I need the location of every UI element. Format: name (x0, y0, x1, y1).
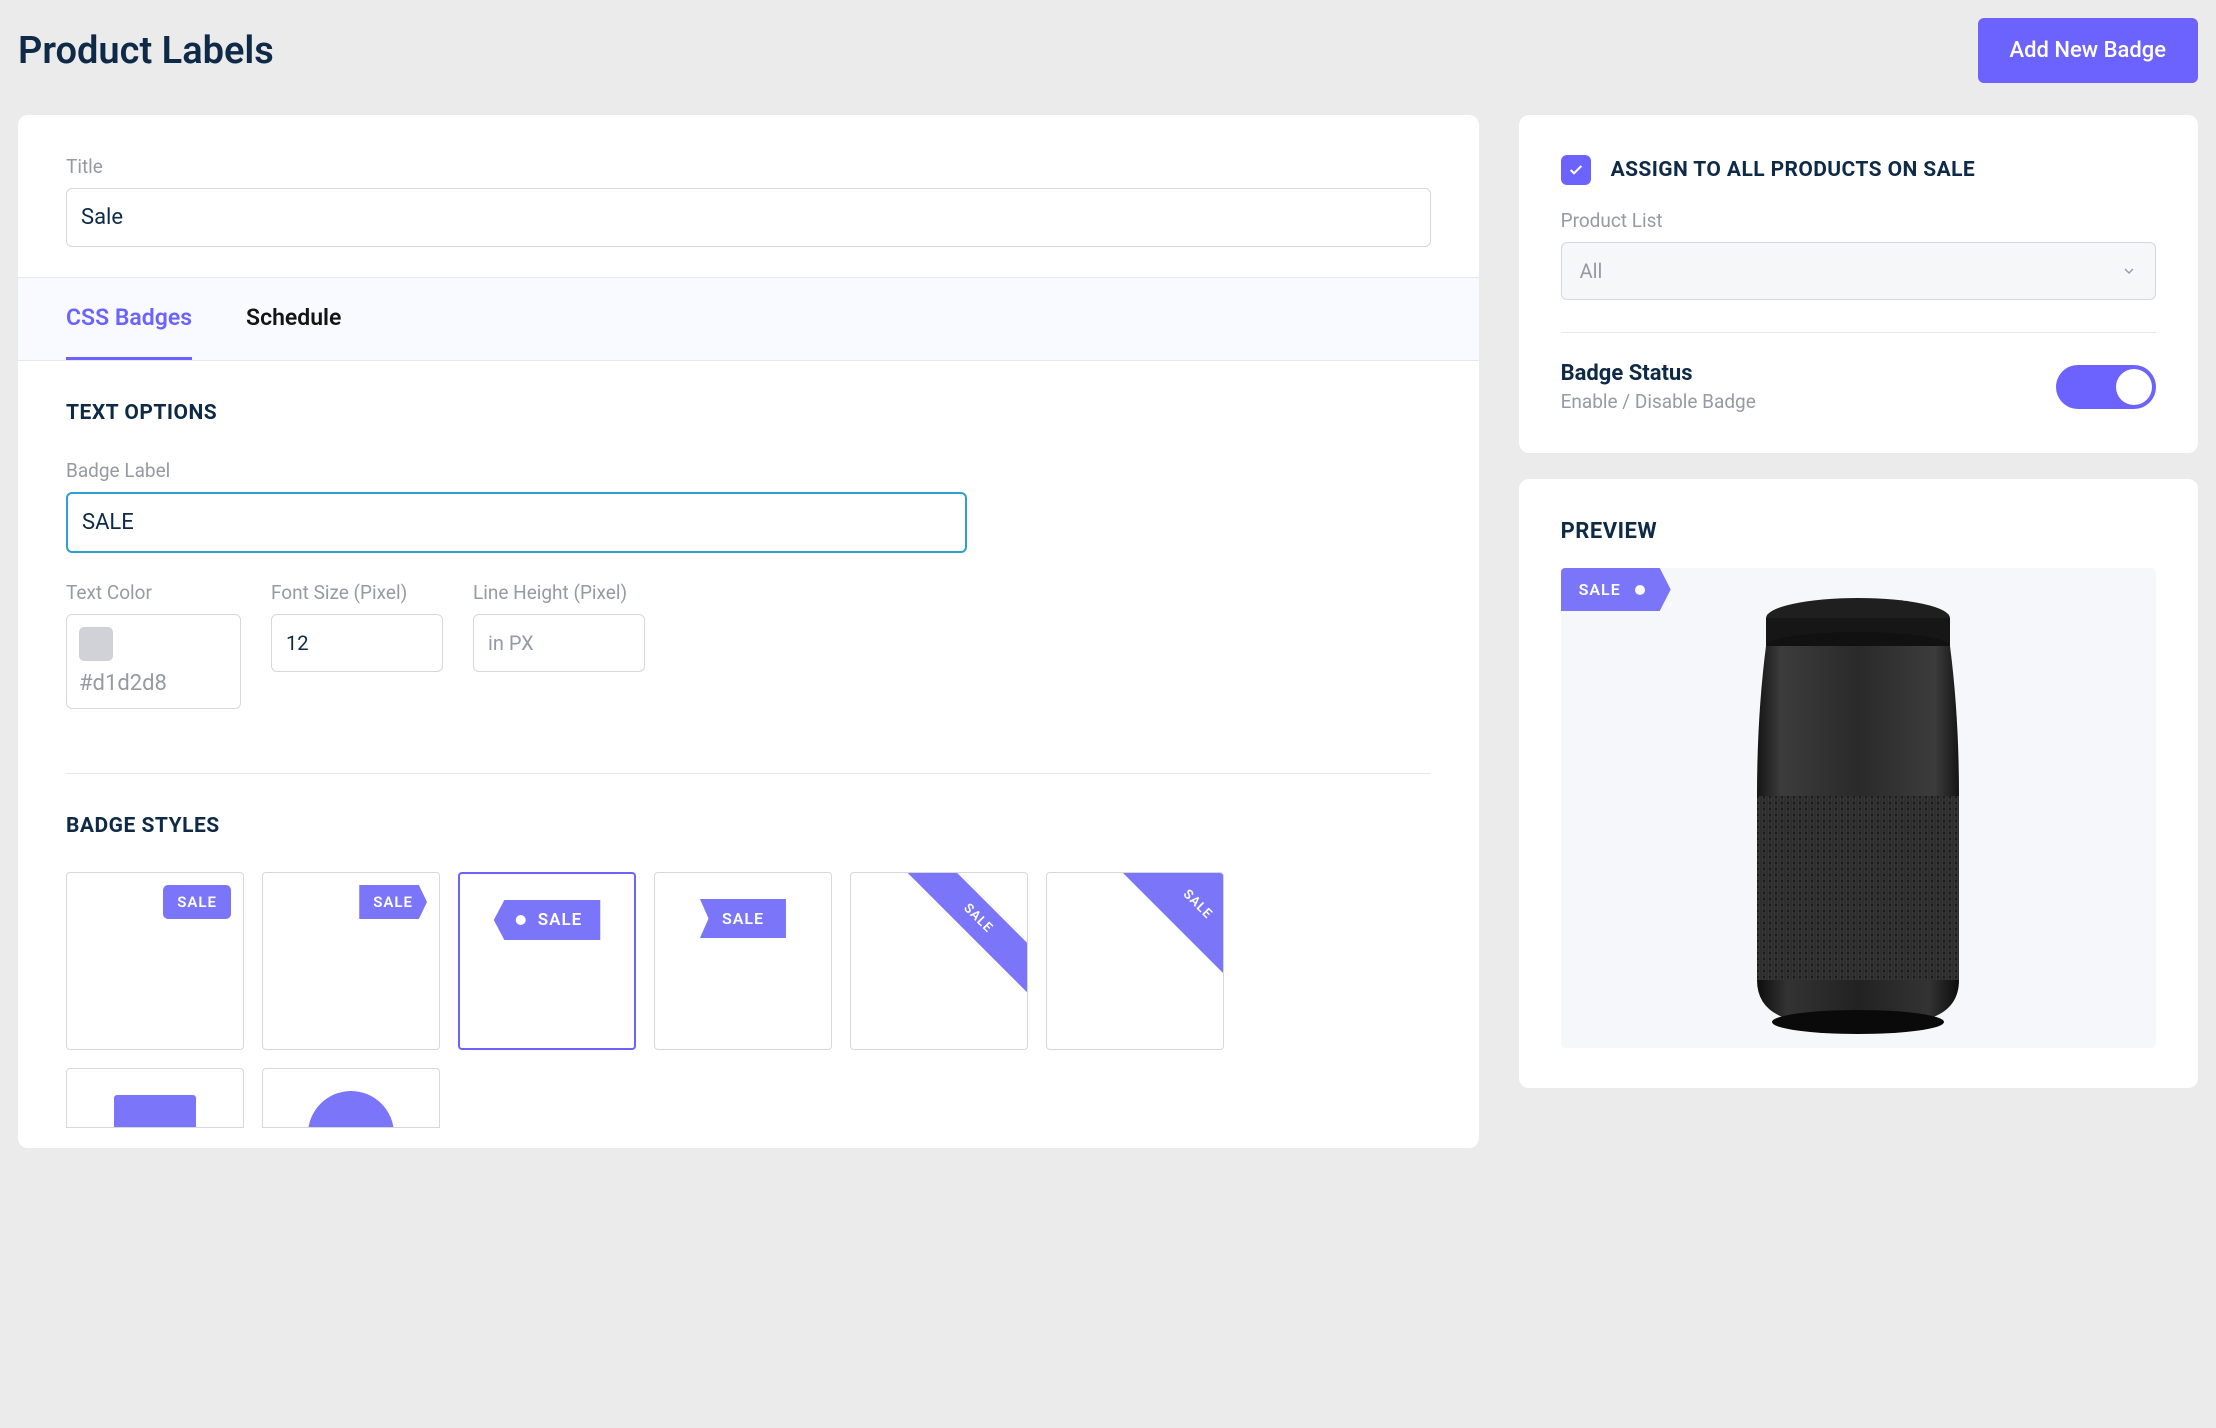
tag-dot-icon (1635, 585, 1645, 595)
badge-label-input[interactable] (66, 492, 967, 553)
assign-all-checkbox[interactable] (1561, 155, 1591, 185)
badge-style-tag[interactable]: SALE (458, 872, 636, 1050)
preview-card: PREVIEW SALE (1519, 479, 2198, 1088)
badge-style-ribbon[interactable]: SALE (654, 872, 832, 1050)
tab-css-badges[interactable]: CSS Badges (66, 278, 192, 360)
text-color-label: Text Color (66, 581, 241, 604)
badge-style-pill[interactable]: SALE (66, 872, 244, 1050)
badge-style-circle[interactable] (262, 1068, 440, 1128)
tab-schedule[interactable]: Schedule (246, 278, 341, 360)
toggle-knob-icon (2116, 369, 2152, 405)
square-icon (114, 1095, 196, 1128)
assignment-card: ASSIGN TO ALL PRODUCTS ON SALE Product L… (1519, 115, 2198, 453)
badge-sample: SALE (700, 899, 786, 938)
font-size-input[interactable] (271, 614, 443, 672)
check-icon (1568, 162, 1584, 178)
product-list-select[interactable]: All (1561, 242, 2156, 300)
badge-status-toggle[interactable] (2056, 365, 2156, 409)
page-header: Product Labels Add New Badge (18, 18, 2198, 83)
title-input[interactable] (66, 188, 1431, 247)
line-height-label: Line Height (Pixel) (473, 581, 645, 604)
page-title: Product Labels (18, 29, 274, 73)
badge-style-square[interactable] (66, 1068, 244, 1128)
badge-status-title: Badge Status (1561, 361, 1756, 386)
product-list-label: Product List (1561, 209, 2156, 232)
product-list-selected: All (1580, 259, 1603, 283)
badge-styles-grid: SALE SALE SALE SALE SALE (66, 872, 1431, 1050)
assign-all-label: ASSIGN TO ALL PRODUCTS ON SALE (1611, 158, 1976, 182)
badge-styles-heading: BADGE STYLES (66, 814, 1431, 838)
text-color-picker[interactable]: #d1d2d8 (66, 614, 241, 709)
line-height-input[interactable] (473, 614, 645, 672)
add-new-badge-button[interactable]: Add New Badge (1978, 18, 2198, 83)
preview-badge: SALE (1561, 568, 1671, 611)
triangle-icon (1123, 873, 1223, 973)
preview-frame: SALE (1561, 568, 2156, 1048)
badge-sample: SALE (359, 885, 427, 919)
main-panel: Title CSS Badges Schedule TEXT OPTIONS B… (18, 115, 1479, 1148)
speaker-icon (1743, 596, 1973, 1036)
badge-label-field-label: Badge Label (66, 459, 967, 482)
badge-sample-text: SALE (538, 910, 583, 930)
circle-icon (308, 1091, 394, 1128)
text-color-value: #d1d2d8 (79, 671, 228, 696)
badge-sample: SALE (494, 900, 601, 940)
side-divider (1561, 332, 2156, 333)
preview-badge-text: SALE (1579, 580, 1621, 599)
font-size-label: Font Size (Pixel) (271, 581, 443, 604)
title-field-label: Title (66, 155, 1431, 178)
tabs-row: CSS Badges Schedule (18, 277, 1479, 361)
badge-sample: SALE (898, 872, 1028, 998)
text-color-swatch (79, 627, 113, 661)
badge-style-cut[interactable]: SALE (262, 872, 440, 1050)
preview-product-image (1743, 596, 1973, 1040)
text-options-heading: TEXT OPTIONS (66, 401, 1431, 425)
badge-sample: SALE (163, 885, 231, 919)
badge-style-corner-ribbon[interactable]: SALE (850, 872, 1028, 1050)
badge-style-triangle[interactable]: SALE (1046, 872, 1224, 1050)
badge-status-subtitle: Enable / Disable Badge (1561, 390, 1756, 413)
preview-heading: PREVIEW (1561, 519, 2156, 544)
tag-dot-icon (516, 915, 526, 925)
chevron-down-icon (2121, 263, 2137, 279)
